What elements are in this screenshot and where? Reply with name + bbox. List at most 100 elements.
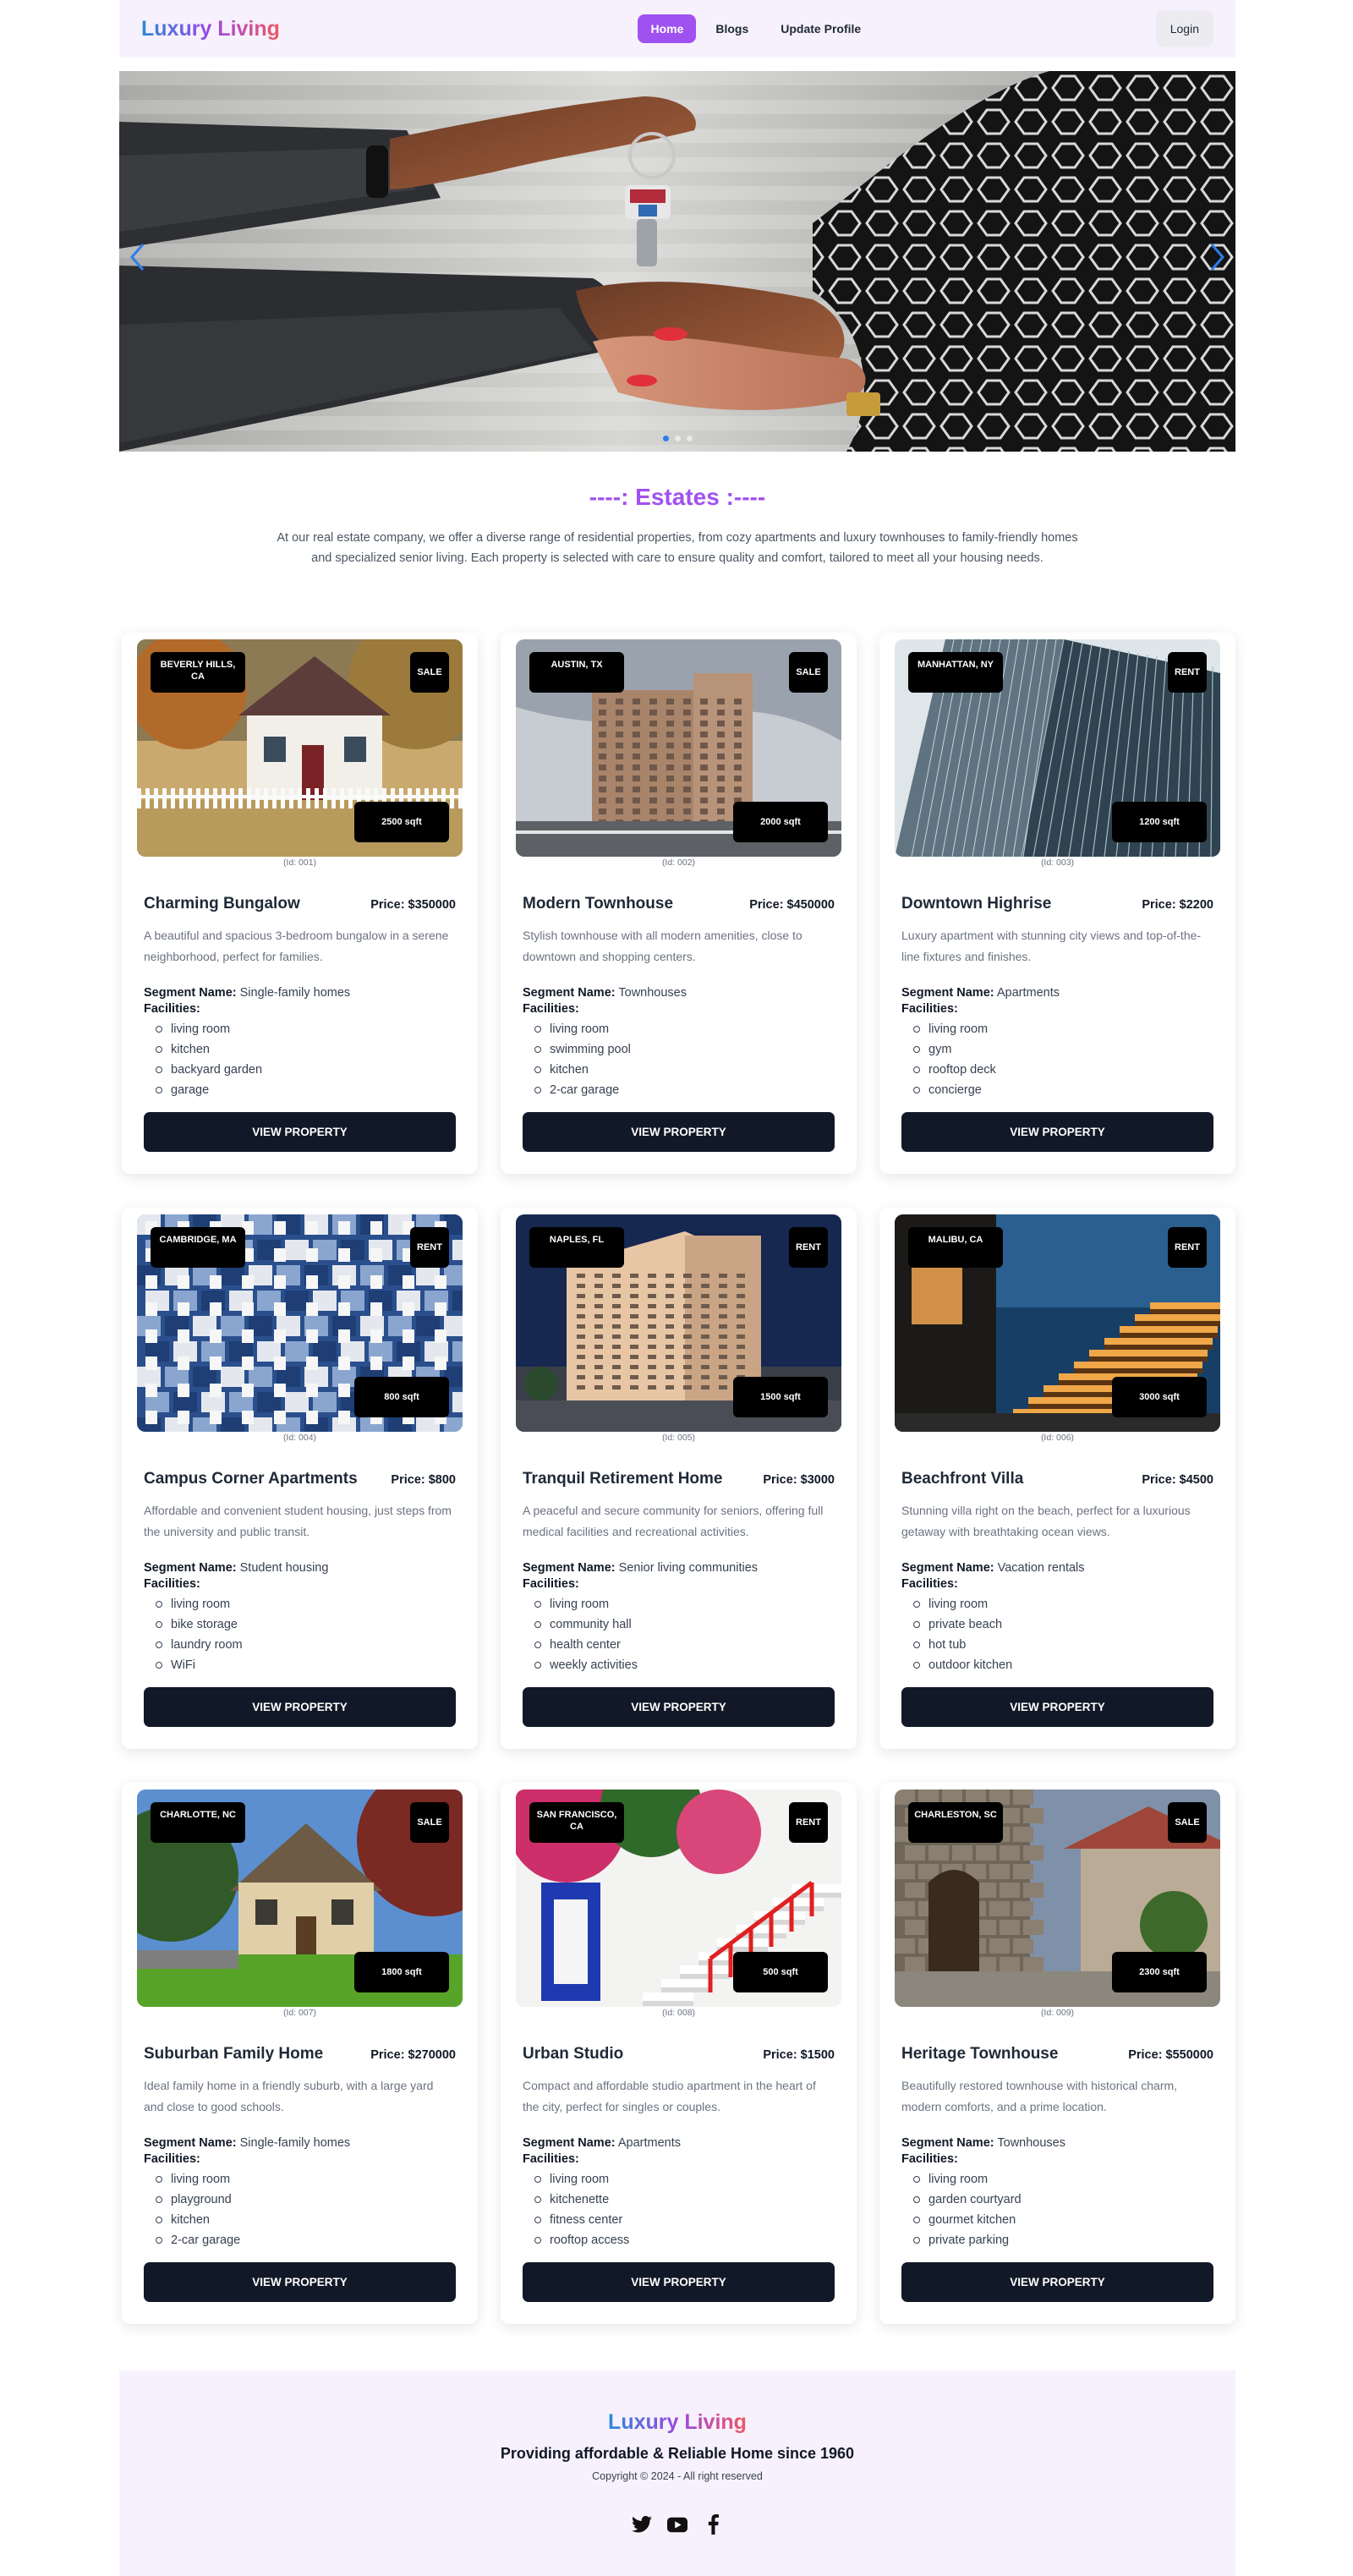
property-card: SAN FRANCISCO, CA RENT 500 sqft (Id: 008…	[501, 1783, 857, 2324]
facilities-list: living room playground kitchen 2-car garage	[144, 2169, 456, 2250]
view-property-button[interactable]: VIEW PROPERTY	[144, 1112, 456, 1152]
location-badge: AUSTIN, TX	[529, 652, 624, 693]
segment-label: Segment Name:	[144, 1561, 237, 1575]
facility-item: garden courtyard	[913, 2190, 1213, 2210]
property-image[interactable]: AUSTIN, TX SALE 2000 sqft	[516, 639, 841, 857]
brand-logo[interactable]: Luxury Living	[141, 17, 280, 41]
property-id: (Id: 007)	[282, 2008, 317, 2018]
property-title: Heritage Townhouse	[901, 2045, 1059, 2063]
segment-row: Segment Name: Apartments	[523, 2136, 835, 2150]
property-image[interactable]: BEVERLY HILLS, CA SALE 2500 sqft	[137, 639, 463, 857]
location-badge: CAMBRIDGE, MA	[151, 1227, 245, 1268]
status-badge: RENT	[1168, 652, 1207, 693]
property-card: MANHATTAN, NY RENT 1200 sqft (Id: 003) D…	[879, 633, 1235, 1174]
facility-item: hot tub	[913, 1635, 1213, 1655]
segment-row: Segment Name: Townhouses	[523, 986, 835, 1000]
facility-item: 2-car garage	[534, 1080, 835, 1100]
facilities-list: living room bike storage laundry room WiFi	[144, 1594, 456, 1675]
section-title: ----: Estates :----	[589, 484, 766, 510]
segment-label: Segment Name:	[144, 986, 237, 1000]
property-image[interactable]: SAN FRANCISCO, CA RENT 500 sqft	[516, 1789, 841, 2007]
location-badge: MANHATTAN, NY	[908, 652, 1003, 693]
location-badge: CHARLOTTE, NC	[151, 1802, 245, 1843]
property-price: Price: $3000	[763, 1473, 835, 1487]
property-card: CAMBRIDGE, MA RENT 800 sqft (Id: 004) Ca…	[122, 1208, 478, 1749]
carousel-prev-arrow[interactable]	[124, 240, 150, 274]
segment-label: Segment Name:	[144, 2136, 237, 2150]
property-description: Affordable and convenient student housin…	[144, 1504, 452, 1538]
location-badge: SAN FRANCISCO, CA	[529, 1802, 624, 1843]
segment-row: Segment Name: Senior living communities	[523, 1561, 835, 1575]
nav-link-blogs[interactable]: Blogs	[703, 14, 761, 43]
youtube-icon[interactable]	[667, 2514, 687, 2535]
property-image[interactable]: CHARLOTTE, NC SALE 1800 sqft	[137, 1789, 463, 2007]
property-description: A beautiful and spacious 3-bedroom bunga…	[144, 929, 449, 963]
segment-value: Apartments	[996, 986, 1060, 1000]
facility-item: private parking	[913, 2230, 1213, 2250]
view-property-button[interactable]: VIEW PROPERTY	[523, 1112, 835, 1152]
property-id: (Id: 009)	[1040, 2008, 1075, 2018]
property-image[interactable]: CAMBRIDGE, MA RENT 800 sqft	[137, 1214, 463, 1432]
facility-item: living room	[913, 1019, 1213, 1039]
status-badge: RENT	[789, 1227, 828, 1268]
segment-label: Segment Name:	[523, 1561, 616, 1575]
login-button[interactable]: Login	[1155, 10, 1213, 47]
property-image[interactable]: CHARLESTON, SC SALE 2300 sqft	[895, 1789, 1220, 2007]
carousel-dot[interactable]	[662, 436, 669, 441]
property-title: Downtown Highrise	[901, 895, 1052, 913]
property-grid: BEVERLY HILLS, CA SALE 2500 sqft (Id: 00…	[119, 633, 1235, 2324]
segment-label: Segment Name:	[901, 2136, 994, 2150]
facilities-list: living room private beach hot tub outdoor k…	[901, 1594, 1213, 1675]
property-id: (Id: 006)	[1040, 1433, 1075, 1443]
view-property-button[interactable]: VIEW PROPERTY	[144, 1687, 456, 1727]
property-title: Tranquil Retirement Home	[523, 1470, 723, 1488]
facility-item: playground	[156, 2190, 456, 2210]
carousel-dot[interactable]	[674, 436, 681, 441]
view-property-button[interactable]: VIEW PROPERTY	[144, 2262, 456, 2302]
view-property-button[interactable]: VIEW PROPERTY	[523, 1687, 835, 1727]
area-badge: 3000 sqft	[1112, 1377, 1207, 1417]
property-card: NAPLES, FL RENT 1500 sqft (Id: 005) Tran…	[501, 1208, 857, 1749]
segment-value: Senior living communities	[618, 1561, 759, 1575]
facility-item: weekly activities	[534, 1655, 835, 1675]
carousel-next-arrow[interactable]	[1205, 240, 1230, 274]
view-property-button[interactable]: VIEW PROPERTY	[901, 2262, 1213, 2302]
status-badge: RENT	[1168, 1227, 1207, 1268]
property-price: Price: $2200	[1142, 898, 1213, 912]
twitter-icon[interactable]	[632, 2514, 652, 2535]
facilities-label: Facilities:	[144, 2152, 200, 2166]
status-badge: SALE	[789, 652, 828, 693]
segment-value: Single-family homes	[239, 986, 351, 1000]
nav-link-update-profile[interactable]: Update Profile	[768, 14, 874, 43]
property-image[interactable]: MANHATTAN, NY RENT 1200 sqft	[895, 639, 1220, 857]
facility-item: rooftop deck	[913, 1060, 1213, 1080]
property-image[interactable]: NAPLES, FL RENT 1500 sqft	[516, 1214, 841, 1432]
property-description: Luxury apartment with stunning city view…	[901, 929, 1202, 963]
facility-item: concierge	[913, 1080, 1213, 1100]
facilities-label: Facilities:	[523, 1577, 579, 1591]
view-property-button[interactable]: VIEW PROPERTY	[901, 1687, 1213, 1727]
area-badge: 800 sqft	[354, 1377, 449, 1417]
footer-brand: Luxury Living	[608, 2410, 747, 2434]
facilities-label: Facilities:	[523, 2152, 579, 2166]
property-image[interactable]: MALIBU, CA RENT 3000 sqft	[895, 1214, 1220, 1432]
facebook-icon[interactable]	[703, 2514, 723, 2535]
property-title: Modern Townhouse	[523, 895, 674, 913]
property-id: (Id: 003)	[1040, 858, 1075, 868]
view-property-button[interactable]: VIEW PROPERTY	[901, 1112, 1213, 1152]
segment-row: Segment Name: Apartments	[901, 986, 1213, 1000]
property-price: Price: $4500	[1142, 1473, 1213, 1487]
property-card: CHARLOTTE, NC SALE 1800 sqft (Id: 007) S…	[122, 1783, 478, 2324]
property-title: Urban Studio	[523, 2045, 624, 2063]
segment-row: Segment Name: Vacation rentals	[901, 1561, 1213, 1575]
nav-menu: Home Blogs Update Profile	[638, 14, 874, 43]
carousel-dot[interactable]	[686, 436, 693, 441]
view-property-button[interactable]: VIEW PROPERTY	[523, 2262, 835, 2302]
navbar: Luxury Living Home Blogs Update Profile …	[119, 0, 1235, 58]
property-card: MALIBU, CA RENT 3000 sqft (Id: 006) Beac…	[879, 1208, 1235, 1749]
location-badge: NAPLES, FL	[529, 1227, 624, 1268]
footer-copyright: Copyright © 2024 - All right reserved	[592, 2470, 763, 2482]
segment-row: Segment Name: Townhouses	[901, 2136, 1213, 2150]
facility-item: gourmet kitchen	[913, 2210, 1213, 2230]
nav-link-home[interactable]: Home	[638, 14, 697, 43]
